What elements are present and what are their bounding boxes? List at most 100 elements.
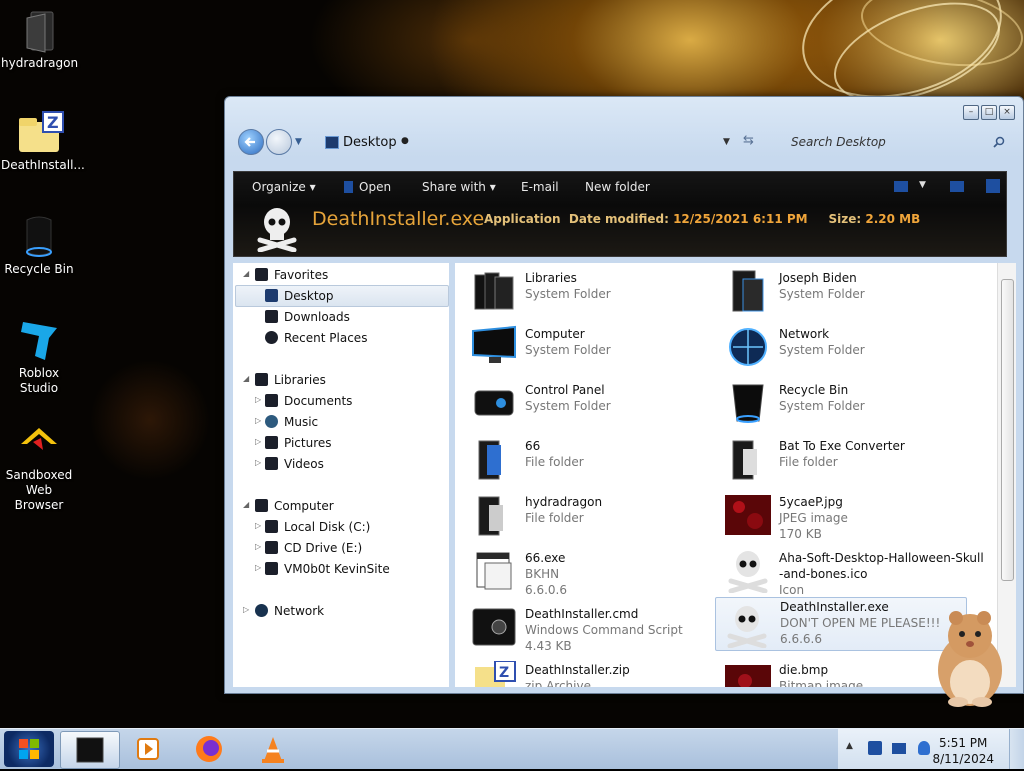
view-options-icon[interactable] [894,181,908,192]
desktop-icon-label: Recycle Bin [4,262,74,276]
nav-recent-places[interactable]: Recent Places [265,329,367,347]
file-item[interactable]: Libraries System Folder [465,265,715,317]
nav-favorites[interactable]: Favorites [255,266,328,284]
forward-button[interactable] [266,129,292,155]
file-item[interactable]: Aha-Soft-Desktop-Halloween-Skull -and-bo… [719,545,984,597]
taskbar-firefox[interactable] [180,731,238,767]
file-name: DeathInstaller.cmd [525,607,639,621]
expand-arrow-icon[interactable]: ▷ [255,437,261,446]
expand-arrow-icon[interactable]: ▷ [255,542,261,551]
file-name: Bat To Exe Converter [779,439,905,453]
command-and-details-pane: Organize ▾ Open Share with ▾ E-mail New … [233,171,1007,257]
nav-label: Libraries [274,373,326,387]
breadcrumb-separator[interactable]: ● [401,136,409,146]
file-name: 5ycaeP.jpg [779,495,843,509]
open-icon [344,181,353,193]
desktop-icon-roblox-studio[interactable]: Roblox Studio [1,318,77,396]
clock-date: 8/11/2024 [932,752,994,766]
taskbar-vlc[interactable] [244,731,302,767]
collapse-arrow-icon[interactable]: ◢ [243,269,249,278]
share-with-button[interactable]: Share with ▾ [422,180,496,194]
svg-text:Z: Z [47,113,59,132]
nav-downloads[interactable]: Downloads [265,308,350,326]
file-type: System Folder [779,399,865,413]
search-input[interactable]: Search Desktop [791,135,886,149]
folder-icon [471,493,517,537]
nav-computer[interactable]: Computer [255,497,334,515]
desktop-icon-recycle-bin[interactable]: Recycle Bin [1,214,77,277]
desktop-icon-hydradragon[interactable]: hydradragon [1,8,78,71]
file-item[interactable]: Network System Folder [719,321,969,373]
nav-pictures[interactable]: Pictures [265,434,332,452]
email-button[interactable]: E-mail [521,180,559,194]
taskbar-explorer[interactable] [60,731,120,769]
expand-arrow-icon[interactable]: ▷ [255,416,261,425]
file-item[interactable]: 66 File folder [465,433,715,485]
show-hidden-icons-arrow[interactable]: ▲ [846,741,853,751]
collapse-arrow-icon[interactable]: ◢ [243,374,249,383]
file-name: die.bmp [779,663,829,677]
file-item[interactable]: Recycle Bin System Folder [719,377,969,429]
file-item[interactable]: Joseph Biden System Folder [719,265,969,317]
maximize-button[interactable]: □ [981,105,997,120]
show-desktop-button[interactable] [1009,729,1024,769]
address-dropdown-icon[interactable]: ▼ [723,137,730,147]
file-item[interactable]: hydradragon File folder [465,489,715,541]
nav-label: Favorites [274,268,329,282]
clock[interactable]: 5:51 PM 8/11/2024 [932,735,994,767]
file-size: 4.43 KB [525,639,572,653]
media-player-icon [137,738,159,760]
desktop-location-icon [325,136,339,149]
refresh-icon[interactable]: ⇆ [743,133,754,148]
network-tray-icon[interactable] [892,743,906,754]
nav-label: Computer [274,499,334,513]
file-item[interactable]: DeathInstaller.cmd Windows Command Scrip… [465,601,715,653]
history-dropdown-icon[interactable]: ▼ [295,137,302,147]
view-dropdown-icon[interactable]: ▼ [919,180,926,190]
preview-pane-icon[interactable] [950,181,964,192]
address-bar[interactable]: Desktop [343,135,397,150]
explorer-window[interactable]: – □ × ▼ Desktop ● ▼ ⇆ Search Desktop Org… [224,96,1024,694]
file-item[interactable]: Z DeathInstaller.zip zip Archive [465,657,715,687]
help-icon[interactable] [986,179,1000,193]
volume-tray-icon[interactable] [918,741,930,755]
tray-app-icon[interactable] [868,741,882,755]
desktop-icon-deathinstaller[interactable]: Z DeathInstall... [1,110,85,173]
expand-arrow-icon[interactable]: ▷ [255,395,261,404]
expand-arrow-icon[interactable]: ▷ [243,605,249,614]
nav-local-disk[interactable]: Local Disk (C:) [265,518,370,536]
open-button[interactable]: Open [344,180,391,194]
file-item[interactable]: 5ycaeP.jpg JPEG image 170 KB [719,489,969,541]
file-version: 6.6.0.6 [525,583,567,597]
nav-desktop[interactable]: Desktop [265,287,334,305]
vlc-icon [262,737,284,763]
nav-vm-share[interactable]: VM0b0t KevinSite [265,560,390,578]
collapse-arrow-icon[interactable]: ◢ [243,500,249,509]
image-thumbnail-icon [725,661,771,687]
details-date-label: Date modified: [568,212,669,226]
hamster-desktop-pet[interactable] [926,604,1012,708]
nav-cd-drive[interactable]: CD Drive (E:) [265,539,362,557]
start-button[interactable] [4,731,54,767]
desktop-icon-sandboxed-browser[interactable]: Sandboxed Web Browser [1,420,77,513]
taskbar-media-player[interactable] [120,731,178,767]
nav-libraries[interactable]: Libraries [255,371,326,389]
nav-network[interactable]: Network [255,602,324,620]
nav-music[interactable]: Music [265,413,318,431]
new-folder-button[interactable]: New folder [585,180,650,194]
nav-documents[interactable]: Documents [265,392,352,410]
file-item[interactable]: Computer System Folder [465,321,715,373]
back-button[interactable] [238,129,264,155]
close-button[interactable]: × [999,105,1015,120]
minimize-button[interactable]: – [963,105,979,120]
file-item[interactable]: 66.exe BKHN 6.6.0.6 [465,545,715,597]
expand-arrow-icon[interactable]: ▷ [255,458,261,467]
search-icon[interactable] [993,136,1005,151]
scrollbar-thumb[interactable] [1001,279,1014,581]
organize-button[interactable]: Organize ▾ [252,180,316,194]
nav-videos[interactable]: Videos [265,455,324,473]
file-item[interactable]: Bat To Exe Converter File folder [719,433,969,485]
expand-arrow-icon[interactable]: ▷ [255,521,261,530]
file-item[interactable]: Control Panel System Folder [465,377,715,429]
expand-arrow-icon[interactable]: ▷ [255,563,261,572]
